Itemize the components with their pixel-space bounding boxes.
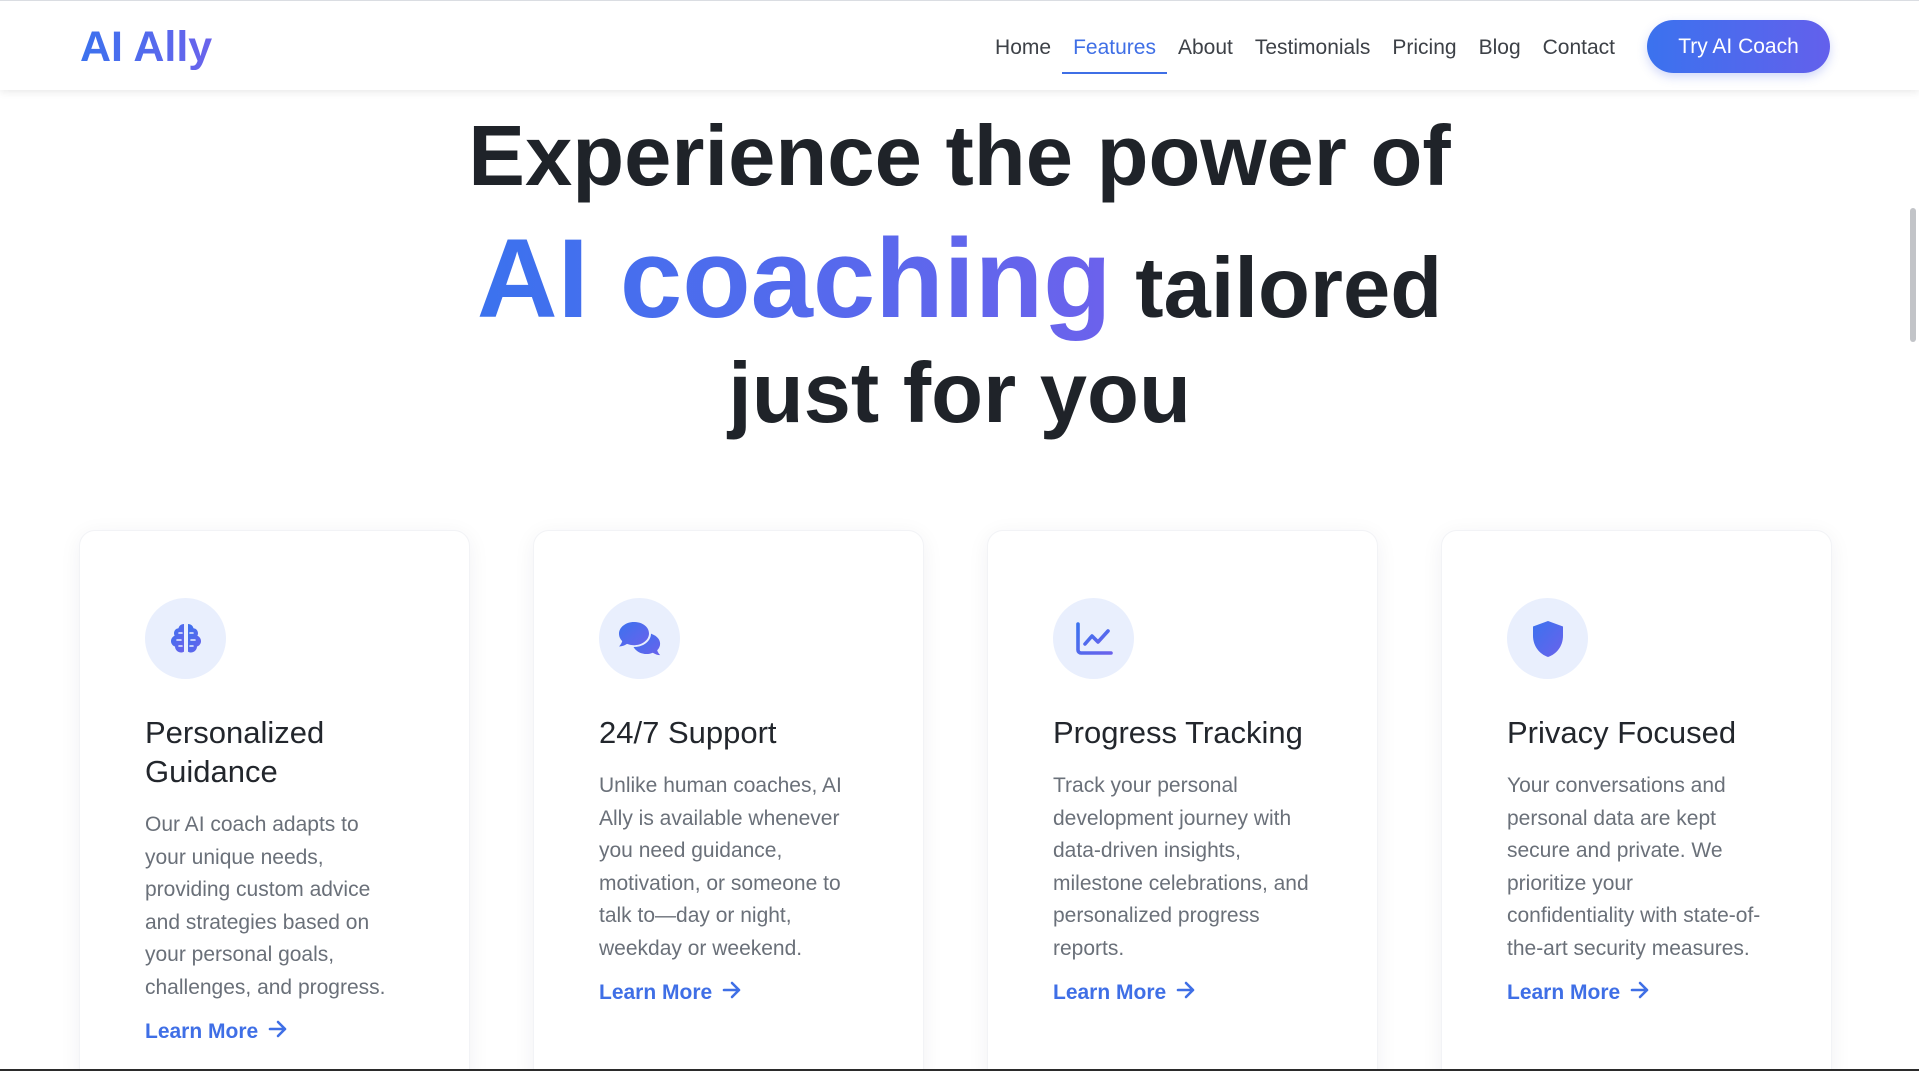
hero: Experience the power of AI coaching tail… (0, 100, 1919, 436)
hero-line-1: Experience the power of (468, 109, 1451, 204)
nav-links: Home Features About Testimonials Pricing… (984, 30, 1626, 74)
page: AI Ally Home Features About Testimonials… (0, 0, 1919, 1071)
line-chart-icon (1074, 621, 1114, 657)
feature-description: Your conversations and personal data are… (1507, 774, 1761, 960)
learn-more-link[interactable]: Learn More (1507, 981, 1650, 1005)
learn-more-link[interactable]: Learn More (599, 981, 742, 1005)
learn-more-label: Learn More (1507, 981, 1621, 1004)
nav-pricing[interactable]: Pricing (1381, 30, 1467, 74)
feature-title: Progress Tracking (1053, 715, 1303, 750)
feature-card-privacy-focused: Privacy Focused Your conversations and p… (1441, 530, 1832, 1071)
feature-description: Our AI coach adapts to your unique needs… (145, 813, 386, 999)
learn-more-label: Learn More (1053, 981, 1167, 1004)
scrollbar-track[interactable] (1907, 90, 1919, 1071)
feature-title: Privacy Focused (1507, 715, 1737, 750)
nav-blog[interactable]: Blog (1468, 30, 1532, 74)
nav-testimonials[interactable]: Testimonials (1244, 30, 1382, 74)
nav-about[interactable]: About (1167, 30, 1244, 74)
feature-icon-circle (1053, 598, 1134, 679)
feature-description: Unlike human coaches, AI Ally is availab… (599, 774, 842, 960)
scrollbar-thumb[interactable] (1910, 208, 1916, 342)
arrow-right-icon (722, 981, 742, 1005)
feature-card-progress-tracking: Progress Tracking Track your personal de… (987, 530, 1378, 1071)
feature-title: 24/7 Support (599, 715, 777, 750)
feature-card-24-7-support: 24/7 Support Unlike human coaches, AI Al… (533, 530, 924, 1071)
hero-line-3: just for you (728, 346, 1191, 441)
arrow-right-icon (268, 1020, 288, 1044)
feature-icon-circle (599, 598, 680, 679)
chat-bubbles-icon (616, 619, 664, 659)
brain-icon (167, 620, 205, 658)
nav-features[interactable]: Features (1062, 30, 1167, 74)
learn-more-label: Learn More (145, 1020, 259, 1043)
arrow-right-icon (1630, 981, 1650, 1005)
try-ai-coach-button[interactable]: Try AI Coach (1647, 20, 1830, 73)
learn-more-link[interactable]: Learn More (1053, 981, 1196, 1005)
shield-icon (1530, 619, 1566, 659)
nav-home[interactable]: Home (984, 30, 1062, 74)
features-grid: Personalized Guidance Our AI coach adapt… (79, 530, 1832, 1071)
navbar: AI Ally Home Features About Testimonials… (0, 0, 1919, 90)
learn-more-link[interactable]: Learn More (145, 1020, 288, 1044)
hero-heading: Experience the power of AI coaching tail… (0, 114, 1919, 436)
feature-card-personalized-guidance: Personalized Guidance Our AI coach adapt… (79, 530, 470, 1071)
learn-more-label: Learn More (599, 981, 713, 1004)
arrow-right-icon (1176, 981, 1196, 1005)
feature-icon-circle (1507, 598, 1588, 679)
feature-description: Track your personal development journey … (1053, 774, 1309, 960)
hero-line-2: AI coaching tailored (0, 223, 1919, 335)
feature-title: Personalized Guidance (145, 715, 325, 789)
feature-icon-circle (145, 598, 226, 679)
hero-line-2-rest: tailored (1135, 241, 1443, 336)
nav-contact[interactable]: Contact (1532, 30, 1626, 74)
brand-logo[interactable]: AI Ally (80, 23, 212, 72)
hero-accent-text: AI coaching (476, 216, 1112, 341)
